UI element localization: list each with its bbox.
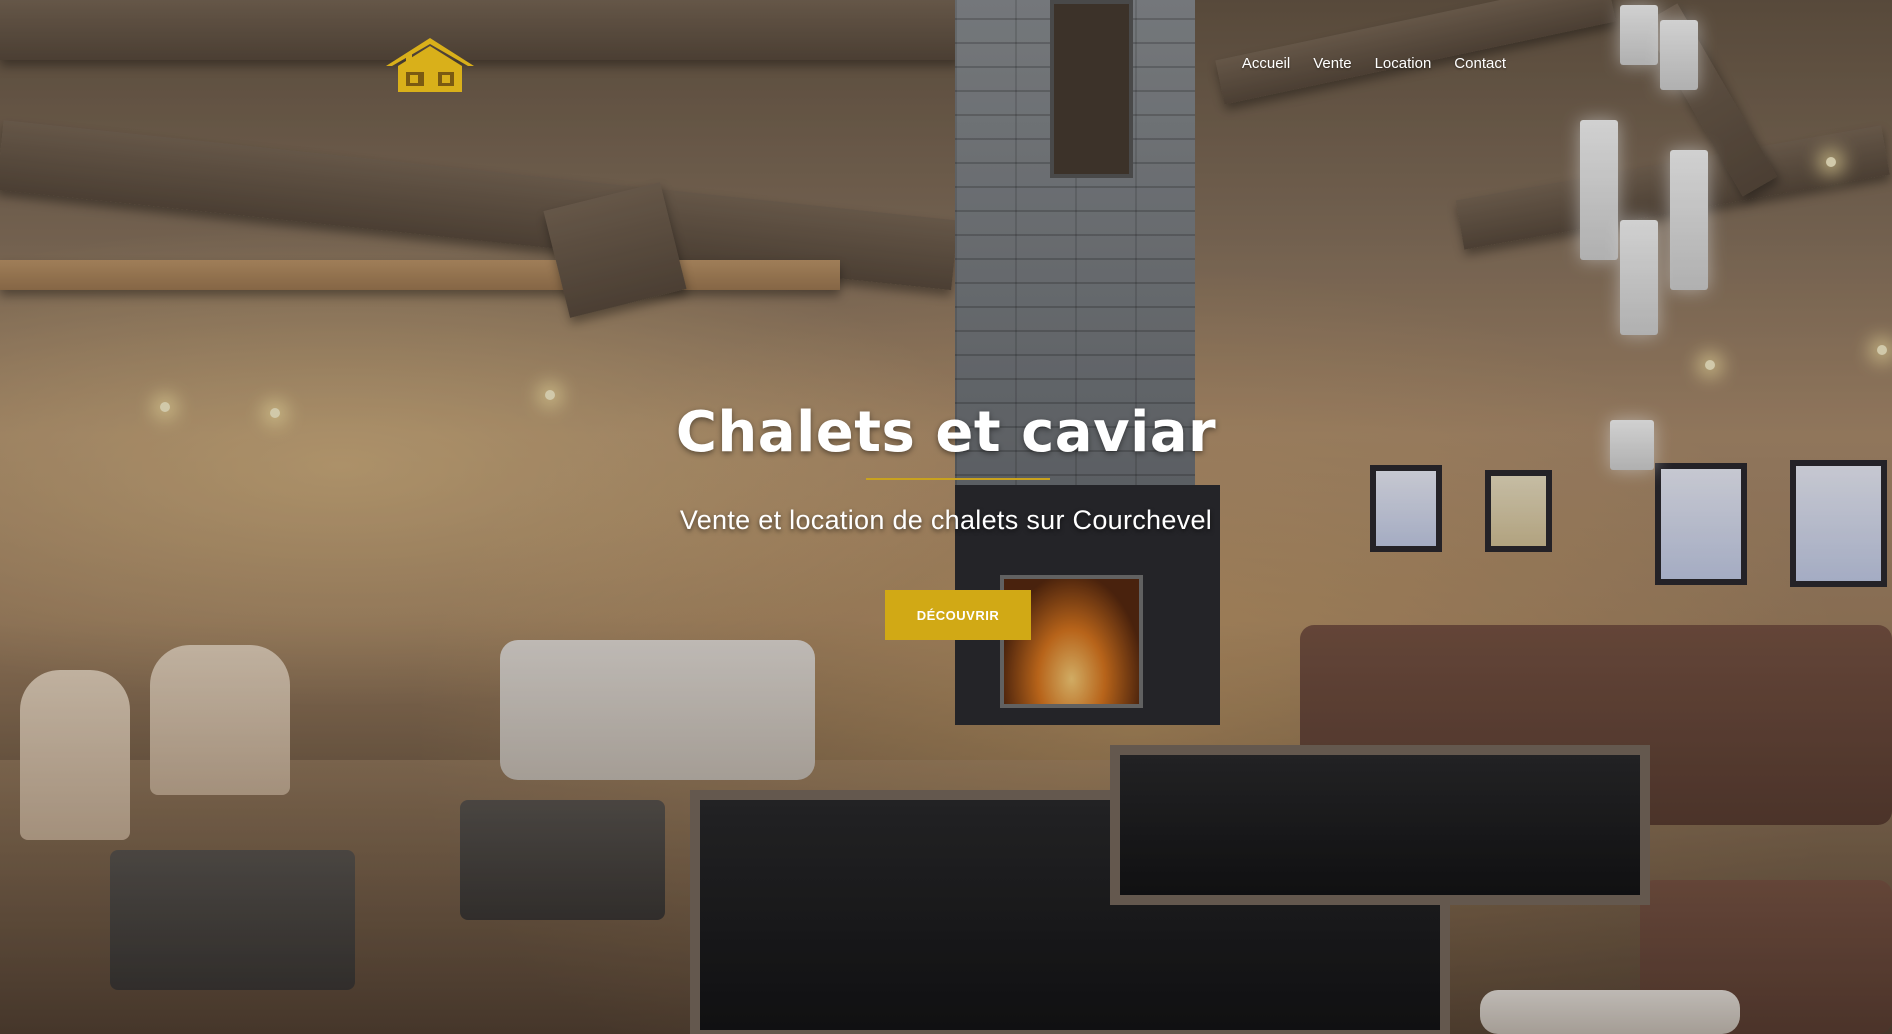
main-nav: Accueil Vente Location Contact xyxy=(1242,55,1506,72)
house-logo-icon[interactable] xyxy=(384,36,476,94)
hero-section: Accueil Vente Location Contact Chalets e… xyxy=(0,0,1892,1034)
discover-button[interactable]: DÉCOUVRIR xyxy=(885,590,1031,640)
site-header: Accueil Vente Location Contact xyxy=(0,0,1892,130)
title-divider xyxy=(866,478,1050,480)
nav-link-contact[interactable]: Contact xyxy=(1454,55,1506,72)
hero-title: Chalets et caviar xyxy=(675,400,1217,465)
hero-subtitle: Vente et location de chalets sur Courche… xyxy=(679,505,1213,535)
nav-link-vente[interactable]: Vente xyxy=(1313,55,1351,72)
nav-link-location[interactable]: Location xyxy=(1375,55,1432,72)
nav-link-accueil[interactable]: Accueil xyxy=(1242,55,1290,72)
